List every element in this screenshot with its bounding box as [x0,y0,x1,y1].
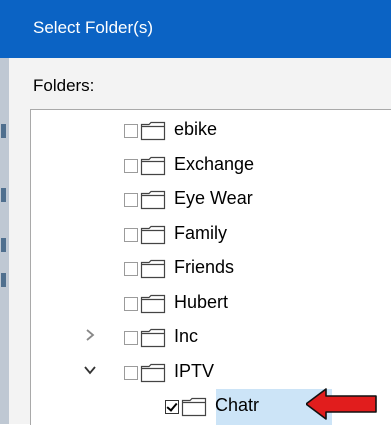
folder-checkbox[interactable] [124,296,138,311]
folder-checkbox[interactable] [124,262,138,276]
tree-item-hubert[interactable]: Hubert [31,286,391,320]
tree-item-iptv[interactable]: IPTV [31,355,391,389]
tree-item-ebike[interactable]: ebike [31,113,391,147]
chevron-right-icon[interactable] [81,326,99,344]
folder-icon [140,328,166,348]
background-window-edge [0,58,9,424]
folder-checkbox[interactable] [124,227,138,242]
background-edge-mark [1,124,6,138]
folder-checkbox[interactable] [124,365,138,380]
folder-icon [140,156,166,175]
chevron-down-icon[interactable] [81,361,99,379]
tree-item-eye-wear[interactable]: Eye Wear [31,182,391,216]
folder-checkbox[interactable] [124,158,138,173]
tree-item-inc[interactable]: Inc [31,320,391,354]
folders-label: Folders: [33,76,95,95]
folder-checkbox[interactable] [124,193,138,207]
background-edge-mark [1,238,6,252]
folder-checkbox[interactable] [124,331,138,345]
tree-item-label: Chatr [215,395,260,415]
tree-item-exchange[interactable]: Exchange [31,148,391,182]
dialog-title-bar: Select Folder(s) [0,0,391,58]
background-edge-mark [1,188,6,202]
tree-item-label: Hubert [174,291,229,312]
folder-icon [140,225,166,244]
tree-item-label: Eye Wear [174,188,253,208]
folder-checkbox[interactable] [165,400,179,414]
folder-tree[interactable]: ebike Exchange Eye Wear Family Friends Hubert… [30,109,391,425]
tree-item-label: IPTV [174,360,215,381]
red-arrow-icon [306,388,377,420]
folder-icon [140,259,166,279]
folder-icon [181,397,207,417]
tree-item-label: Family [174,222,227,243]
tree-item-label: Friends [174,257,235,277]
folder-icon [140,294,166,313]
folder-icon [140,190,166,210]
checkmark-icon [166,400,178,412]
tree-item-label: ebike [174,119,218,139]
dialog-title: Select Folder(s) [33,18,153,37]
tree-item-label: Inc [174,326,199,346]
folder-icon [140,121,166,141]
folder-checkbox[interactable] [124,124,138,138]
tree-item-family[interactable]: Family [31,217,391,251]
tree-item-label: Exchange [174,153,255,174]
tree-item-friends[interactable]: Friends [31,251,391,285]
background-edge-mark [1,273,6,287]
folder-icon [140,363,166,382]
